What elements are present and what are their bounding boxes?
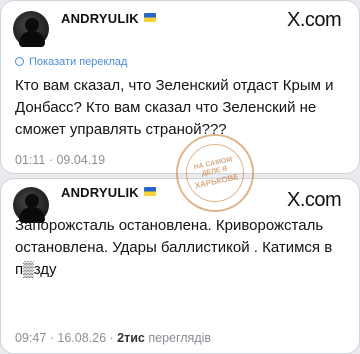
globe-icon: [15, 57, 24, 66]
translate-label: Показати переклад: [29, 56, 128, 68]
views-label: переглядів: [144, 331, 212, 345]
platform-name: X.com: [287, 189, 342, 211]
x-logo: X.com: [287, 9, 342, 32]
screenshot-collage: ANDRYULIK X.com Показати переклад Кто ва…: [0, 0, 360, 354]
tweet-meta: 09:47 · 16.08.26 · 2тис переглядів: [15, 331, 211, 345]
tweet-card[interactable]: ANDRYULIK X.com Запорожсталь остановлена…: [0, 178, 360, 354]
username-text: ANDRYULIK: [61, 11, 139, 26]
watermark-inner: НА САМОМ ДЕЛЕ В ХАРЬКОВЕ: [180, 138, 250, 208]
username[interactable]: ANDRYULIK: [61, 185, 156, 200]
x-logo: X.com: [287, 189, 342, 212]
username-text: ANDRYULIK: [61, 185, 139, 200]
translate-link[interactable]: Показати переклад: [15, 56, 127, 68]
avatar[interactable]: [13, 11, 49, 47]
tweet-timestamp[interactable]: 09:47 · 16.08.26 ·: [15, 331, 117, 345]
tweet-timestamp[interactable]: 01:11 · 09.04.19: [15, 153, 105, 167]
views-count: 2тис: [117, 331, 145, 345]
ukraine-flag-icon: [143, 187, 156, 196]
tweet-card[interactable]: ANDRYULIK X.com Показати переклад Кто ва…: [0, 0, 360, 174]
tweet-text: Кто вам сказал, что Зеленский отдаст Кры…: [15, 77, 334, 138]
ukraine-flag-icon: [143, 13, 156, 22]
avatar-head: [25, 194, 39, 208]
tweet-text: Запорожсталь остановлена. Криворожсталь …: [15, 217, 333, 278]
avatar-shoulders: [19, 31, 45, 47]
platform-name: X.com: [287, 9, 342, 31]
username[interactable]: ANDRYULIK: [61, 11, 156, 26]
avatar-head: [25, 18, 39, 32]
